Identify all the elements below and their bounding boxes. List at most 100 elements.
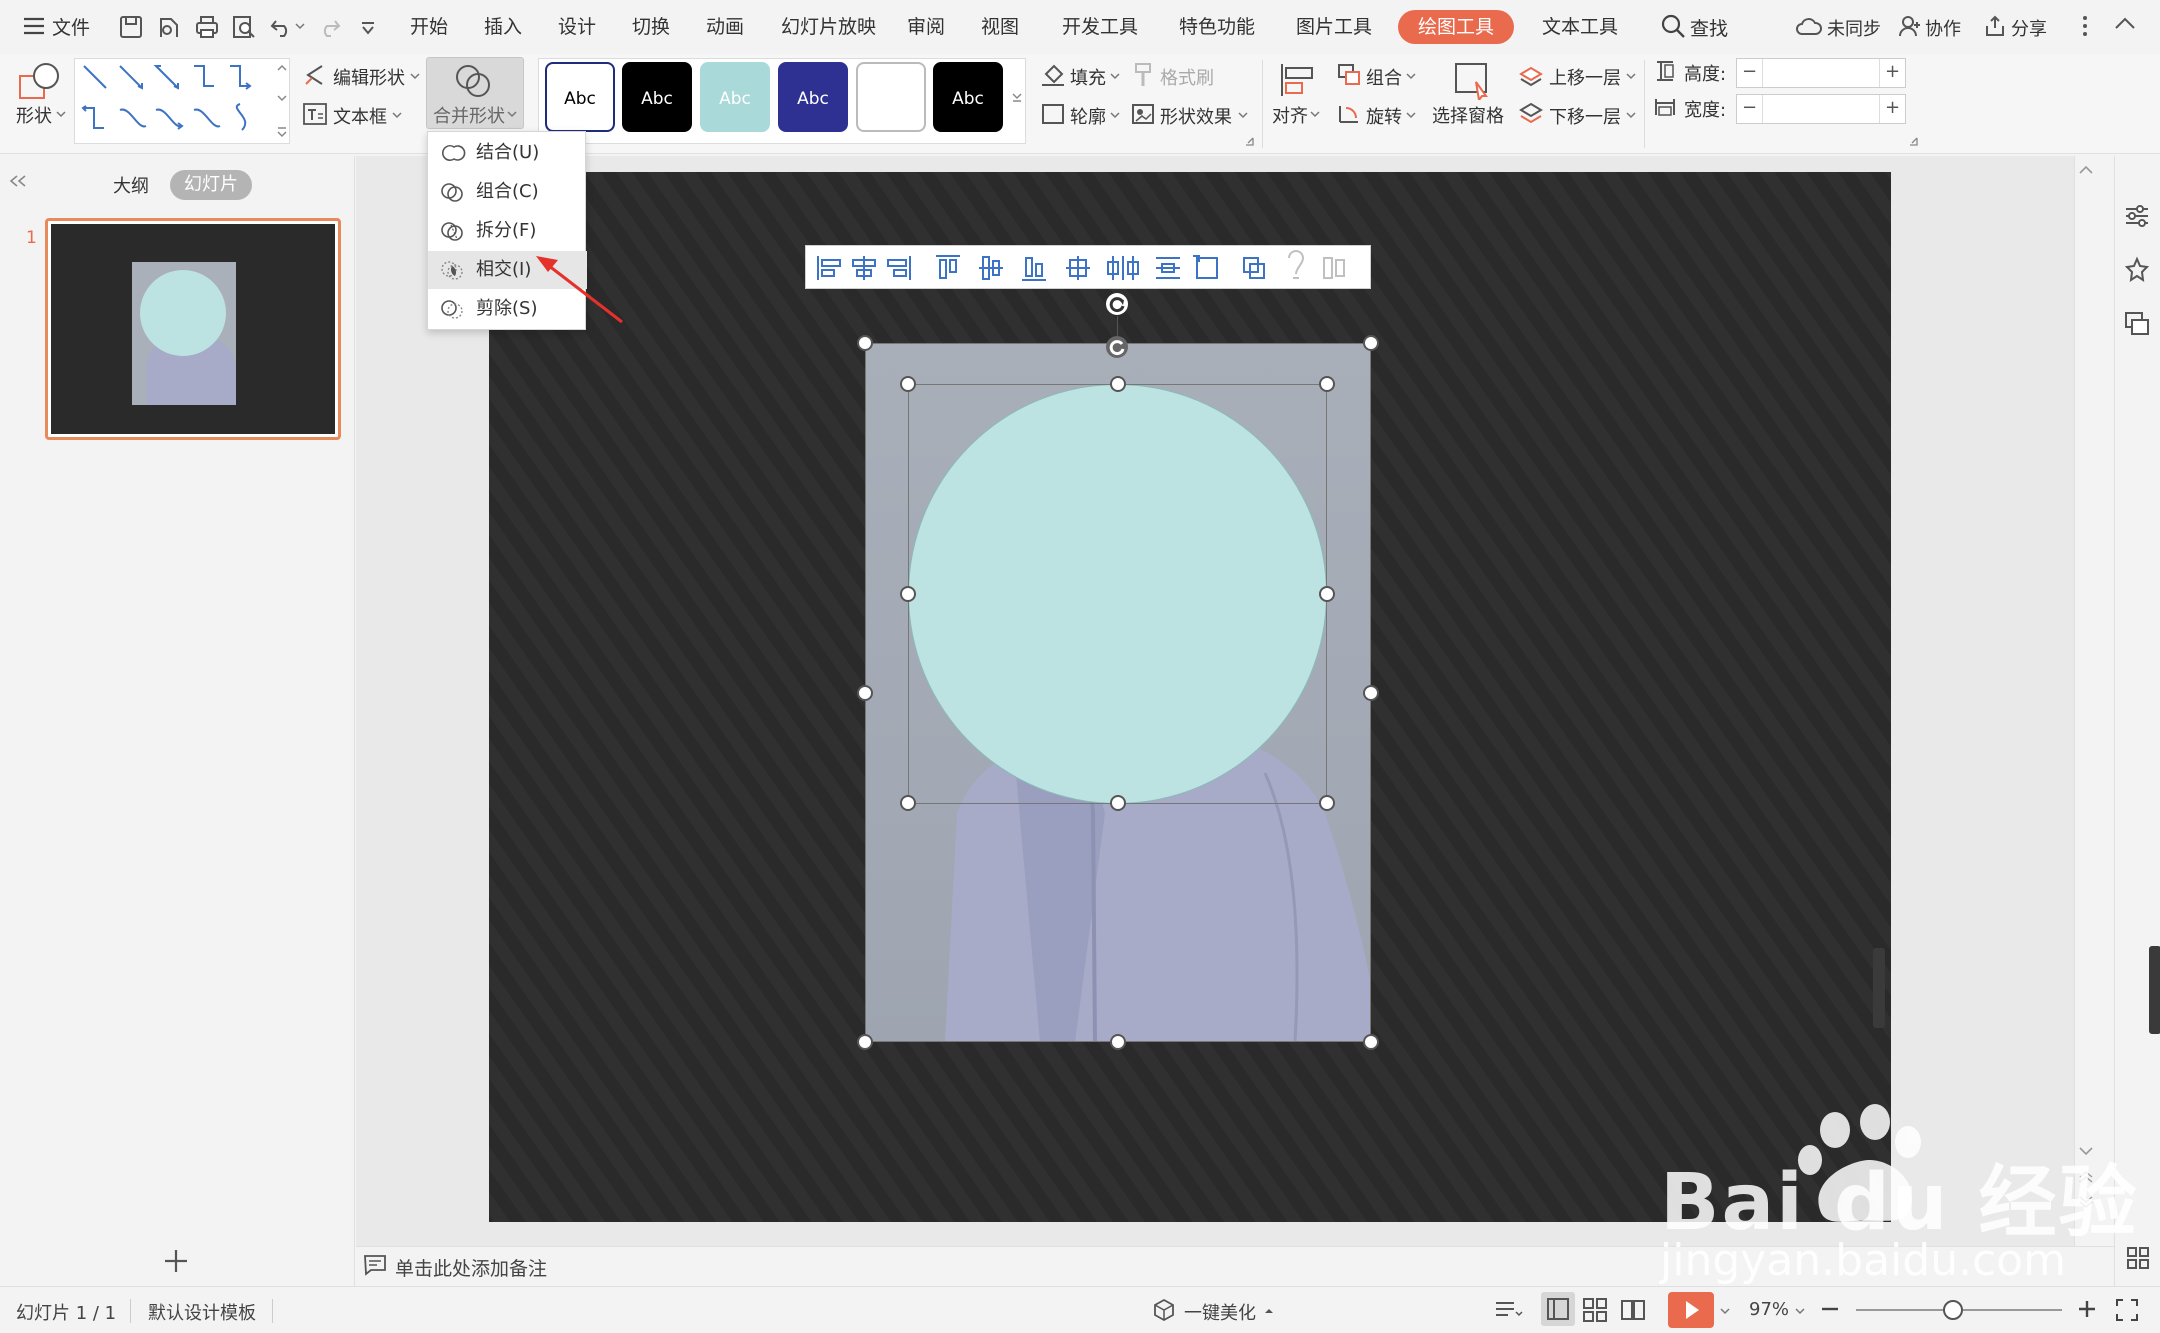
edit-shape-icon[interactable] (302, 62, 328, 88)
tab-developer[interactable]: 开发工具 (1052, 10, 1148, 44)
merge-shape-dropdown-icon[interactable] (507, 110, 517, 118)
merge-shape-label[interactable]: 合并形状 (433, 102, 505, 128)
width-decrement-button[interactable]: − (1737, 95, 1763, 123)
outline-button[interactable]: 轮廓 (1070, 103, 1106, 129)
textbox-dropdown-icon[interactable] (392, 111, 402, 119)
add-slide-icon[interactable] (163, 1248, 189, 1274)
shape-effect-dropdown-icon[interactable] (1238, 111, 1248, 119)
merge-shape-icon[interactable] (453, 62, 493, 100)
size-launcher-icon[interactable] (1908, 136, 1918, 146)
menu-item-fragment[interactable]: 拆分(F) (428, 212, 587, 250)
resize-handle[interactable] (1319, 586, 1335, 602)
tab-drawing-tools[interactable]: 绘图工具 (1398, 10, 1515, 44)
outline-icon[interactable] (1040, 102, 1066, 126)
rotate-handle-icon[interactable] (1105, 335, 1129, 359)
format-painter-icon[interactable] (1132, 62, 1156, 88)
height-decrement-button[interactable]: − (1737, 59, 1763, 87)
outline-dropdown-icon[interactable] (1110, 111, 1120, 119)
resize-handle[interactable] (1363, 335, 1379, 351)
tab-animation[interactable]: 动画 (696, 10, 754, 44)
send-backward-button[interactable]: 下移一层 (1549, 103, 1621, 129)
resize-handle[interactable] (857, 685, 873, 701)
zoom-level[interactable]: 97% (1749, 1299, 1789, 1320)
collaborate-icon[interactable] (1898, 14, 1922, 38)
slide-switch-icon[interactable] (2123, 310, 2151, 338)
menu-item-union[interactable]: 结合(U) (428, 134, 587, 172)
normal-view-icon[interactable] (1541, 1292, 1575, 1326)
beautify-button[interactable]: 一键美化 (1184, 1299, 1256, 1325)
share-button[interactable]: 分享 (2011, 15, 2047, 41)
resize-handle[interactable] (900, 376, 916, 392)
redo-icon[interactable] (315, 13, 343, 41)
fit-window-icon[interactable] (2115, 1298, 2139, 1322)
tab-picture-tools[interactable]: 图片工具 (1286, 10, 1382, 44)
bring-forward-button[interactable]: 上移一层 (1549, 64, 1621, 90)
zoom-slider-thumb[interactable] (1943, 1300, 1963, 1320)
tab-slideshow[interactable]: 幻灯片放映 (771, 10, 886, 44)
style-sample[interactable]: Abc (622, 62, 692, 132)
notes-placeholder[interactable]: 单击此处添加备注 (395, 1254, 547, 1281)
print-preview-icon[interactable] (230, 13, 258, 41)
menu-item-combine[interactable]: 组合(C) (428, 173, 587, 211)
reading-view-icon[interactable] (1620, 1297, 1646, 1323)
tab-special[interactable]: 特色功能 (1169, 10, 1265, 44)
tab-outline[interactable]: 大纲 (113, 172, 149, 198)
selection-pane-icon[interactable] (1452, 60, 1492, 100)
edit-shape-button[interactable]: 编辑形状 (333, 64, 405, 90)
send-backward-icon[interactable] (1518, 102, 1544, 126)
export-pdf-icon[interactable] (155, 13, 183, 41)
fill-icon[interactable] (1040, 62, 1066, 88)
collapse-ribbon-icon[interactable] (2114, 16, 2136, 30)
tab-review[interactable]: 审阅 (897, 10, 955, 44)
tab-home[interactable]: 开始 (400, 10, 458, 44)
send-backward-dropdown-icon[interactable] (1626, 111, 1636, 119)
resize-handle[interactable] (900, 795, 916, 811)
play-slideshow-button[interactable] (1668, 1292, 1714, 1328)
share-icon[interactable] (1983, 14, 2007, 38)
shape-icon[interactable] (18, 62, 62, 102)
cloud-sync-icon[interactable] (1795, 14, 1823, 38)
align-button[interactable]: 对齐 (1272, 102, 1308, 128)
search-label[interactable]: 查找 (1690, 14, 1728, 41)
height-increment-button[interactable]: + (1879, 59, 1905, 87)
resize-handle[interactable] (1110, 376, 1126, 392)
shape-button[interactable]: 形状 (16, 102, 52, 128)
group-dropdown-icon[interactable] (1406, 72, 1416, 80)
resize-handle[interactable] (1319, 795, 1335, 811)
sync-status[interactable]: 未同步 (1827, 15, 1881, 41)
vertical-scrollbar[interactable] (2074, 156, 2114, 1246)
width-increment-button[interactable]: + (1879, 95, 1905, 123)
zoom-in-button[interactable] (2077, 1299, 2097, 1319)
tab-design[interactable]: 设计 (548, 10, 606, 44)
group-button[interactable]: 组合 (1366, 64, 1402, 90)
resize-handle[interactable] (1110, 795, 1126, 811)
fill-dropdown-icon[interactable] (1110, 72, 1120, 80)
save-icon[interactable] (117, 13, 145, 41)
resize-handle[interactable] (1363, 1034, 1379, 1050)
format-painter-button[interactable]: 格式刷 (1160, 64, 1214, 90)
gallery-scroll-icon[interactable] (276, 62, 288, 140)
tab-slides[interactable]: 幻灯片 (170, 170, 252, 200)
scroll-up-icon[interactable] (2076, 164, 2096, 176)
align-icon[interactable] (1277, 60, 1317, 100)
shape-effect-icon[interactable] (1130, 102, 1156, 126)
textbox-button[interactable]: 文本框 (333, 103, 387, 129)
notes-toggle-icon[interactable] (1494, 1298, 1524, 1322)
align-dropdown-icon[interactable] (1310, 110, 1320, 118)
fill-button[interactable]: 填充 (1070, 64, 1106, 90)
bring-forward-dropdown-icon[interactable] (1626, 72, 1636, 80)
tab-insert[interactable]: 插入 (474, 10, 532, 44)
rotate-handle-icon[interactable] (1105, 292, 1129, 316)
bring-forward-icon[interactable] (1518, 62, 1544, 88)
rotate-button[interactable]: 旋转 (1366, 103, 1402, 129)
slide-thumbnail[interactable] (45, 218, 341, 440)
resize-handle[interactable] (1319, 376, 1335, 392)
tab-view[interactable]: 视图 (971, 10, 1029, 44)
group-icon[interactable] (1336, 62, 1362, 88)
line-shapes-icon[interactable] (80, 62, 270, 140)
undo-icon[interactable] (268, 13, 296, 41)
rotate-dropdown-icon[interactable] (1406, 111, 1416, 119)
resize-handle[interactable] (900, 586, 916, 602)
shape-effect-button[interactable]: 形状效果 (1160, 103, 1232, 129)
shape-dropdown-icon[interactable] (56, 110, 66, 118)
